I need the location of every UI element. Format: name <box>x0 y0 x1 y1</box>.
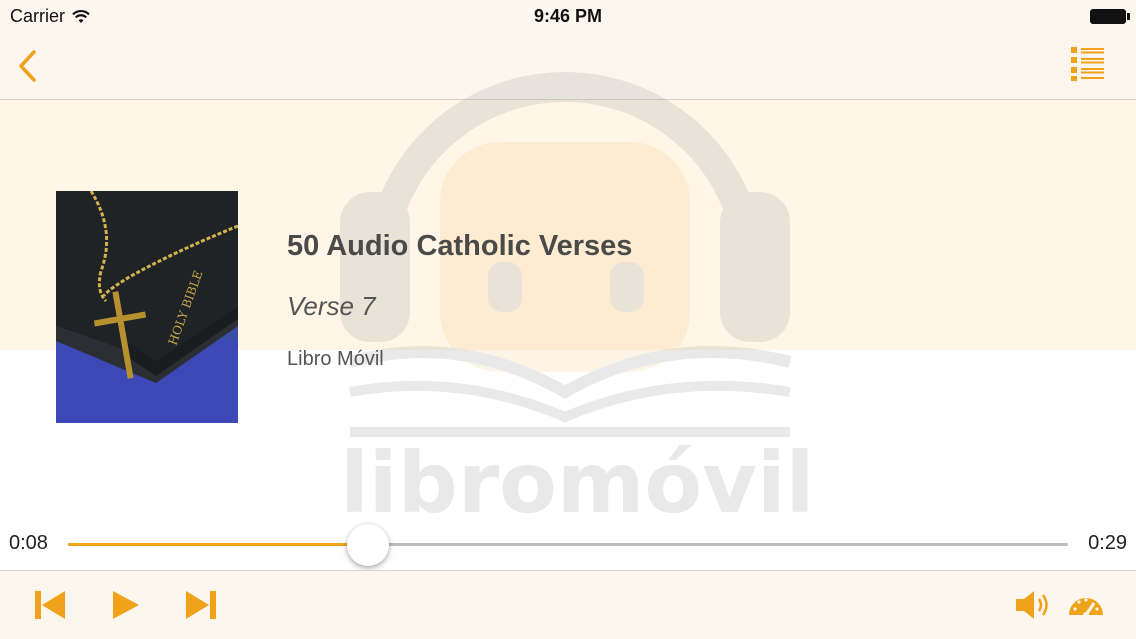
volume-icon <box>1016 591 1048 619</box>
playback-progress: 0:08 0:29 <box>0 518 1136 570</box>
chapter-title: Verse 7 <box>287 291 376 321</box>
play-icon <box>113 591 139 619</box>
author-name: Libro Móvil <box>287 348 384 370</box>
progress-thumb[interactable] <box>347 524 389 566</box>
play-button[interactable] <box>108 587 144 623</box>
list-icon <box>1071 47 1104 81</box>
progress-slider[interactable] <box>68 524 1068 566</box>
chevron-left-icon <box>19 50 36 82</box>
player-toolbar <box>0 570 1136 639</box>
total-time: 0:29 <box>1088 532 1127 554</box>
skip-forward-icon <box>186 591 216 619</box>
back-button[interactable] <box>14 48 48 84</box>
volume-button[interactable] <box>1014 587 1050 623</box>
libromovil-watermark-logo: libromóvil <box>340 72 810 532</box>
elapsed-time: 0:08 <box>9 532 48 554</box>
book-title: 50 Audio Catholic Verses <box>287 230 633 262</box>
status-bar: Carrier 9:46 PM <box>0 0 1136 34</box>
playback-speed-button[interactable] <box>1066 587 1106 623</box>
progress-fill <box>68 543 368 546</box>
next-button[interactable] <box>183 587 219 623</box>
skip-back-icon <box>35 591 65 619</box>
speed-icon <box>1069 598 1103 618</box>
chapter-list-button[interactable] <box>1070 46 1106 82</box>
cover-image: HOLY BIBLE <box>56 191 238 423</box>
status-time: 9:46 PM <box>533 6 603 26</box>
battery-icon <box>1090 9 1130 24</box>
previous-button[interactable] <box>32 587 68 623</box>
